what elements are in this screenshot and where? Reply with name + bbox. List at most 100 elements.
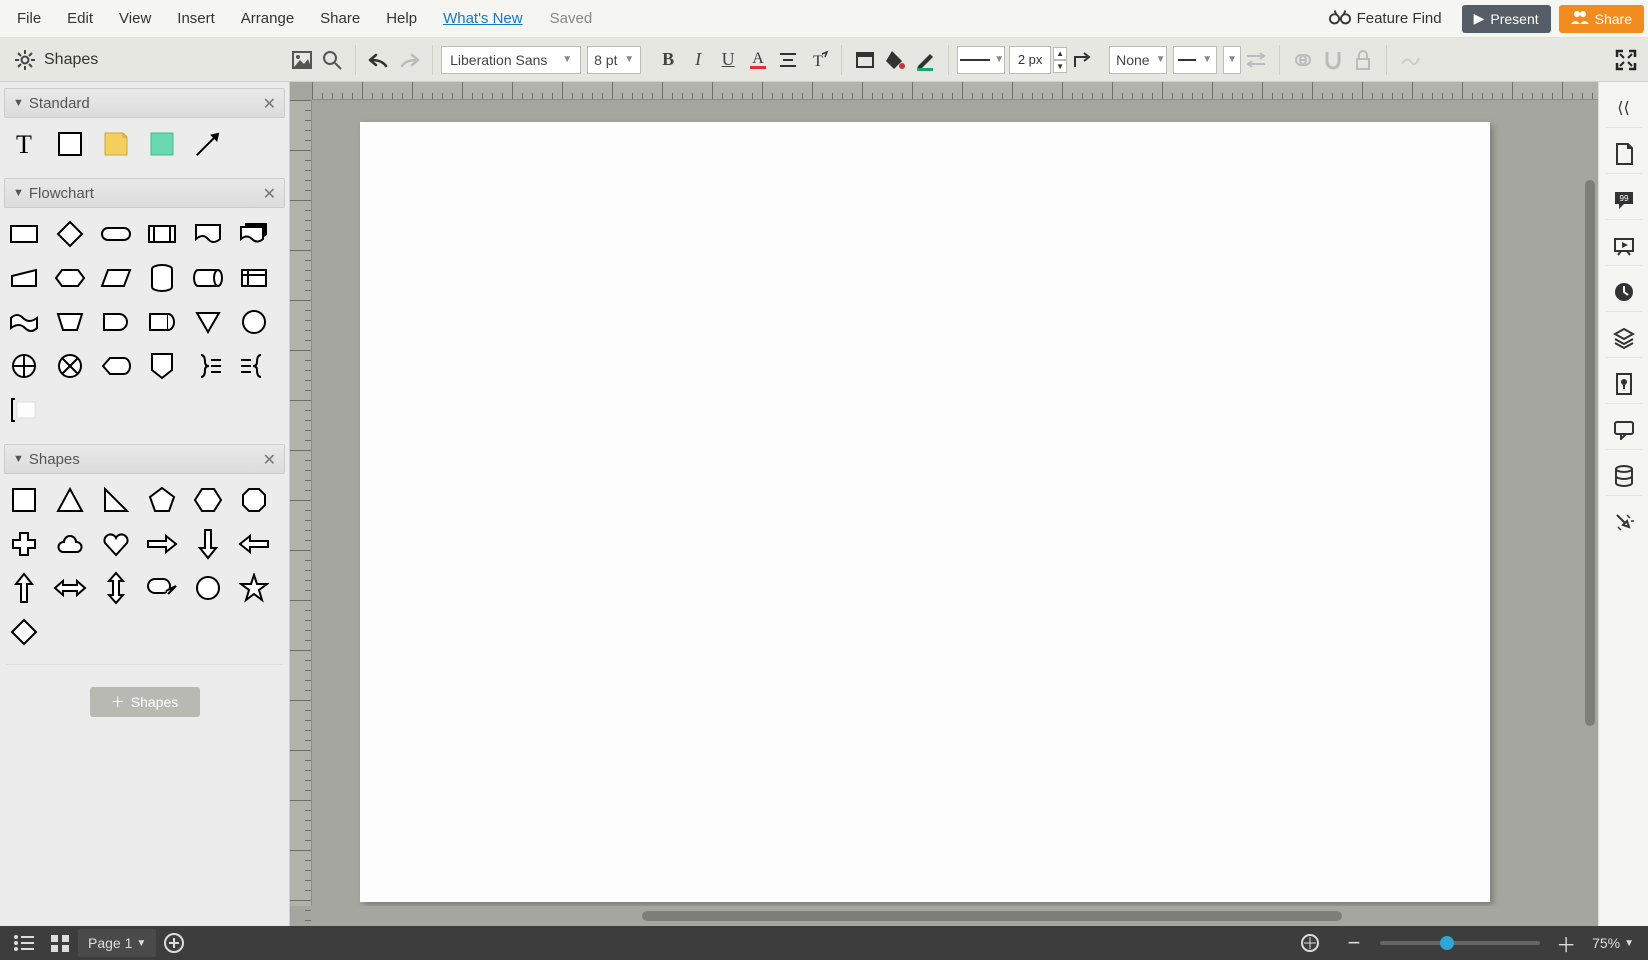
shape-diamond[interactable] (6, 614, 42, 650)
shape-arrow-lr[interactable] (52, 570, 88, 606)
flow-summing[interactable] (52, 348, 88, 384)
flow-data[interactable] (98, 260, 134, 296)
menu-help[interactable]: Help (373, 0, 430, 37)
shape-cloud[interactable] (52, 526, 88, 562)
page-tab[interactable]: Page 1 ▼ (78, 929, 156, 957)
layers-panel-icon[interactable] (1606, 318, 1642, 358)
shape-note[interactable] (98, 126, 134, 162)
flow-decision[interactable] (52, 216, 88, 252)
shape-text[interactable]: T (6, 126, 42, 162)
border-color-icon[interactable] (910, 45, 940, 75)
shape-star[interactable] (236, 570, 272, 606)
shape-arrow-left[interactable] (236, 526, 272, 562)
flow-connector[interactable] (236, 304, 272, 340)
shape-callout[interactable] (144, 570, 180, 606)
flow-merge[interactable] (190, 304, 226, 340)
shape-triangle[interactable] (52, 482, 88, 518)
arrow-start-select[interactable]: None ▼ (1109, 46, 1167, 74)
flow-paper-tape[interactable] (6, 304, 42, 340)
flow-or[interactable] (6, 348, 42, 384)
zoom-level-select[interactable]: 75% ▼ (1592, 935, 1634, 951)
menu-share[interactable]: Share (307, 0, 373, 37)
flow-offpage[interactable] (144, 348, 180, 384)
flow-manual-input[interactable] (6, 260, 42, 296)
redo-icon[interactable] (394, 45, 424, 75)
font-family-select[interactable]: Liberation Sans ▼ (441, 46, 581, 74)
horizontal-scrollbar[interactable] (312, 906, 1598, 926)
collapse-right-icon[interactable]: ⟨⟨ (1606, 88, 1642, 128)
shape-cross[interactable] (6, 526, 42, 562)
shape-octagon[interactable] (236, 482, 272, 518)
text-style-icon[interactable]: T (803, 45, 833, 75)
italic-icon[interactable]: I (683, 45, 713, 75)
flow-brace-close[interactable] (190, 348, 226, 384)
line-width-input[interactable]: 2 px (1009, 46, 1051, 74)
flow-multidocument[interactable] (236, 216, 272, 252)
flow-note[interactable] (6, 392, 42, 428)
line-routing-icon[interactable] (1067, 45, 1097, 75)
fill-color-icon[interactable] (880, 45, 910, 75)
zoom-slider[interactable] (1380, 941, 1540, 945)
menu-file[interactable]: File (4, 0, 54, 37)
zoom-out-icon[interactable]: − (1336, 929, 1372, 957)
section-standard-header[interactable]: ▼ Standard ✕ (4, 88, 285, 118)
shape-heart[interactable] (98, 526, 134, 562)
shape-square[interactable] (6, 482, 42, 518)
flow-delay[interactable] (98, 304, 134, 340)
present-panel-icon[interactable] (1606, 226, 1642, 266)
flow-predefined[interactable] (144, 216, 180, 252)
zoom-fit-icon[interactable] (1292, 929, 1328, 957)
flow-brace-open[interactable] (236, 348, 272, 384)
page-panel-icon[interactable] (1606, 134, 1642, 174)
bold-icon[interactable]: B (653, 45, 683, 75)
shape-pentagon[interactable] (144, 482, 180, 518)
shape-arrow-up[interactable] (6, 570, 42, 606)
flow-database[interactable] (144, 260, 180, 296)
comments-panel-icon[interactable]: 99 (1606, 180, 1642, 220)
shape-right-triangle[interactable] (98, 482, 134, 518)
menu-insert[interactable]: Insert (164, 0, 228, 37)
flow-stored-data[interactable] (144, 304, 180, 340)
arrow-end-select[interactable]: ▼ (1173, 46, 1217, 74)
shape-circle[interactable] (190, 570, 226, 606)
undo-icon[interactable] (364, 45, 394, 75)
section-shapes-header[interactable]: ▼ Shapes ✕ (4, 444, 285, 474)
flow-document[interactable] (190, 216, 226, 252)
master-panel-icon[interactable] (1606, 364, 1642, 404)
canvas-area[interactable] (290, 82, 1598, 926)
text-align-icon[interactable] (773, 45, 803, 75)
add-page-icon[interactable] (156, 929, 192, 957)
menu-arrange[interactable]: Arrange (228, 0, 307, 37)
shape-arrow-line[interactable] (190, 126, 226, 162)
close-icon[interactable]: ✕ (263, 184, 276, 204)
shape-block[interactable] (144, 126, 180, 162)
data-icon[interactable] (1395, 45, 1425, 75)
font-size-select[interactable]: 8 pt ▼ (587, 46, 641, 74)
fullscreen-icon[interactable] (1608, 42, 1644, 78)
history-panel-icon[interactable] (1606, 272, 1642, 312)
shape-hexagon[interactable] (190, 482, 226, 518)
menu-view[interactable]: View (106, 0, 164, 37)
image-icon[interactable] (287, 45, 317, 75)
add-shapes-button[interactable]: ＋ Shapes (90, 687, 200, 717)
canvas-page[interactable] (360, 122, 1490, 902)
arrow-caret-select[interactable]: ▼ (1223, 46, 1241, 74)
shape-fill-icon[interactable] (850, 45, 880, 75)
actions-panel-icon[interactable] (1606, 502, 1642, 542)
menu-edit[interactable]: Edit (54, 0, 106, 37)
shape-rectangle[interactable] (52, 126, 88, 162)
line-width-spinner-up[interactable]: ▲ (1053, 47, 1067, 60)
close-icon[interactable]: ✕ (263, 450, 276, 470)
line-width-spinner-down[interactable]: ▼ (1053, 60, 1067, 73)
zoom-in-icon[interactable]: ＋ (1548, 929, 1584, 957)
scrollbar-thumb[interactable] (1585, 180, 1595, 726)
vertical-scrollbar[interactable] (1582, 100, 1598, 906)
flow-preparation[interactable] (52, 260, 88, 296)
magnet-icon[interactable] (1318, 45, 1348, 75)
swap-arrows-icon[interactable] (1241, 45, 1271, 75)
share-button[interactable]: Share (1559, 5, 1644, 33)
search-icon[interactable] (317, 45, 347, 75)
link-icon[interactable] (1288, 45, 1318, 75)
present-button[interactable]: ▶ Present (1462, 5, 1551, 33)
gear-icon[interactable] (10, 45, 40, 75)
